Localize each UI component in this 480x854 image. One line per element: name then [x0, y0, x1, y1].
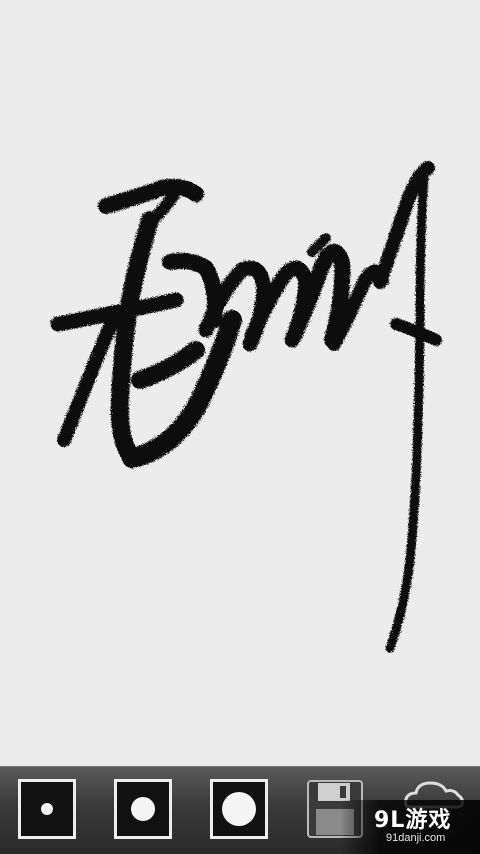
medium-dot-icon: [131, 797, 155, 821]
watermark-url: 91danji.com: [386, 832, 446, 844]
brush-small-button[interactable]: [18, 779, 76, 839]
watermark-logo: 9L游戏: [374, 808, 452, 833]
brush-large-button[interactable]: [210, 779, 268, 839]
brush-medium-button[interactable]: [114, 779, 172, 839]
large-dot-icon: [222, 792, 256, 826]
drawing-canvas[interactable]: [0, 0, 480, 766]
signature-drawing: [50, 161, 442, 653]
small-dot-icon: [41, 803, 53, 815]
